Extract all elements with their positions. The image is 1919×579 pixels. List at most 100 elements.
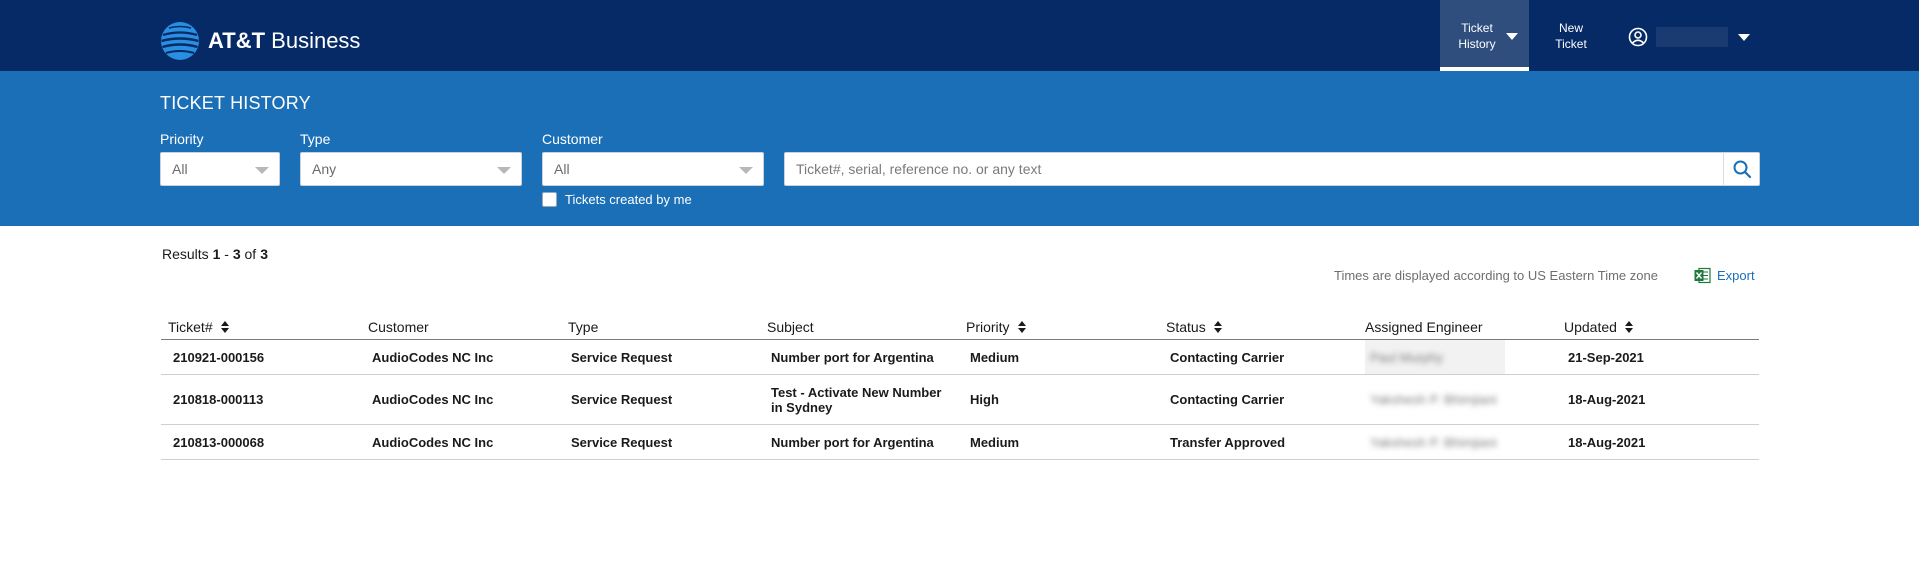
cell-status: Transfer Approved bbox=[1170, 435, 1286, 450]
att-business-logo[interactable]: AT&T Business bbox=[160, 20, 360, 62]
results-to: 3 bbox=[232, 246, 241, 262]
customer-label: Customer bbox=[542, 131, 603, 147]
priority-select[interactable]: All bbox=[160, 152, 280, 186]
cell-customer: AudioCodes NC Inc bbox=[372, 350, 494, 365]
excel-icon bbox=[1694, 267, 1711, 284]
top-navigation-bar: AT&T Business Ticket History New Ticket bbox=[0, 0, 1919, 71]
cell-subject-line1: Number port for Argentina bbox=[771, 435, 934, 450]
col-status-label: Status bbox=[1166, 319, 1206, 335]
col-type-header: Type bbox=[568, 318, 598, 336]
cell-status: Contacting Carrier bbox=[1170, 392, 1285, 407]
tickets-created-by-me-option[interactable]: Tickets created by me bbox=[542, 192, 692, 207]
cell-ticket[interactable]: 210921-000156 bbox=[173, 350, 264, 365]
cell-subject: Test - Activate New Number in Sydney bbox=[771, 385, 942, 415]
nav-ticket-history-label: Ticket History bbox=[1452, 20, 1502, 52]
cell-updated: 21-Sep-2021 bbox=[1568, 350, 1644, 365]
col-updated-header[interactable]: Updated bbox=[1564, 318, 1633, 336]
user-menu[interactable] bbox=[1628, 26, 1750, 48]
col-status-header[interactable]: Status bbox=[1166, 318, 1222, 336]
nav-new-ticket[interactable]: New Ticket bbox=[1540, 0, 1602, 71]
type-select[interactable]: Any bbox=[300, 152, 522, 186]
tickets-created-by-me-label: Tickets created by me bbox=[565, 192, 692, 207]
customer-select[interactable]: All bbox=[542, 152, 764, 186]
priority-label: Priority bbox=[160, 131, 204, 147]
col-engineer-header: Assigned Engineer bbox=[1365, 318, 1483, 336]
priority-value: All bbox=[172, 161, 188, 177]
cell-priority: High bbox=[970, 392, 999, 407]
col-type-label: Type bbox=[568, 319, 599, 335]
cell-ticket[interactable]: 210813-000068 bbox=[173, 435, 264, 450]
nav-ticket-history[interactable]: Ticket History bbox=[1440, 0, 1529, 71]
chevron-down-icon bbox=[739, 167, 753, 174]
nav-new-ticket-line1: New bbox=[1558, 21, 1583, 35]
nav-new-ticket-line2: Ticket bbox=[1555, 37, 1587, 51]
col-ticket-label: Ticket# bbox=[168, 319, 213, 335]
filter-panel: TICKET HISTORY Priority All Type Any Cus… bbox=[0, 71, 1919, 226]
cell-engineer-redacted: Paul Murphy bbox=[1370, 350, 1443, 365]
att-globe-icon bbox=[161, 22, 199, 60]
search-input[interactable] bbox=[784, 152, 1726, 186]
table-row[interactable]: 210818-000113 AudioCodes NC Inc Service … bbox=[161, 375, 1759, 425]
timezone-note: Times are displayed according to US East… bbox=[1334, 268, 1658, 283]
cell-type: Service Request bbox=[571, 392, 673, 407]
col-priority-label: Priority bbox=[966, 319, 1010, 335]
type-value: Any bbox=[312, 161, 337, 177]
user-name-redacted bbox=[1656, 27, 1728, 47]
brand-att: AT&T bbox=[208, 28, 266, 53]
results-prefix: Results bbox=[162, 246, 209, 262]
col-subject-label: Subject bbox=[767, 319, 814, 335]
cell-type: Service Request bbox=[571, 435, 673, 450]
cell-ticket[interactable]: 210818-000113 bbox=[173, 392, 263, 407]
nav-new-ticket-label: New Ticket bbox=[1540, 20, 1602, 52]
chevron-down-icon bbox=[1738, 33, 1750, 41]
table-header: Ticket# Customer Type Subject Priority S… bbox=[161, 318, 1759, 340]
cell-subject-line1: Number port for Argentina bbox=[771, 350, 934, 365]
customer-value: All bbox=[554, 161, 570, 177]
chevron-down-icon bbox=[1506, 33, 1518, 40]
col-customer-header: Customer bbox=[368, 318, 429, 336]
search-button[interactable] bbox=[1723, 152, 1760, 186]
results-total: 3 bbox=[260, 246, 268, 262]
table-row[interactable]: 210921-000156 AudioCodes NC Inc Service … bbox=[161, 340, 1759, 375]
page-title: TICKET HISTORY bbox=[160, 93, 311, 113]
col-engineer-label: Assigned Engineer bbox=[1365, 319, 1483, 335]
cell-engineer-redacted: Yakshesh P. Bhimjiani bbox=[1370, 435, 1497, 450]
col-subject-header: Subject bbox=[767, 318, 814, 336]
cell-subject: Number port for Argentina bbox=[771, 435, 934, 450]
table-row[interactable]: 210813-000068 AudioCodes NC Inc Service … bbox=[161, 425, 1759, 460]
tickets-created-by-me-checkbox[interactable] bbox=[542, 192, 557, 207]
cell-status: Contacting Carrier bbox=[1170, 350, 1285, 365]
user-circle-icon bbox=[1628, 27, 1648, 47]
sort-icon bbox=[1017, 321, 1026, 333]
chevron-down-icon bbox=[497, 167, 511, 174]
results-dash: - bbox=[224, 246, 229, 262]
cell-priority: Medium bbox=[970, 435, 1020, 450]
results-count: Results 1 - 3 of 3 bbox=[162, 246, 268, 262]
cell-subject-line1: Test - Activate New Number bbox=[771, 385, 942, 400]
cell-engineer-redacted: Yakshesh P. Bhimjiani bbox=[1370, 392, 1497, 407]
export-link[interactable]: Export bbox=[1694, 267, 1755, 284]
results-of: of bbox=[244, 246, 257, 262]
col-ticket-header[interactable]: Ticket# bbox=[168, 318, 229, 336]
cell-customer: AudioCodes NC Inc bbox=[372, 435, 494, 450]
sort-icon bbox=[220, 321, 229, 333]
cell-updated: 18-Aug-2021 bbox=[1568, 392, 1646, 407]
search-icon bbox=[1733, 160, 1751, 179]
cell-type: Service Request bbox=[571, 350, 673, 365]
nav-ticket-history-line1: Ticket bbox=[1461, 21, 1493, 35]
cell-subject-line2: in Sydney bbox=[771, 400, 833, 415]
cell-priority: Medium bbox=[970, 350, 1020, 365]
results-from: 1 bbox=[212, 246, 221, 262]
type-label: Type bbox=[300, 131, 331, 147]
brand-text: AT&T Business bbox=[208, 28, 360, 54]
cell-subject: Number port for Argentina bbox=[771, 350, 934, 365]
cell-customer: AudioCodes NC Inc bbox=[372, 392, 494, 407]
sort-icon bbox=[1624, 321, 1633, 333]
col-updated-label: Updated bbox=[1564, 319, 1617, 335]
col-priority-header[interactable]: Priority bbox=[966, 318, 1026, 336]
nav-ticket-history-line2: History bbox=[1458, 37, 1496, 51]
cell-updated: 18-Aug-2021 bbox=[1568, 435, 1646, 450]
export-label: Export bbox=[1717, 268, 1755, 283]
col-customer-label: Customer bbox=[368, 319, 429, 335]
brand-business: Business bbox=[271, 28, 361, 53]
